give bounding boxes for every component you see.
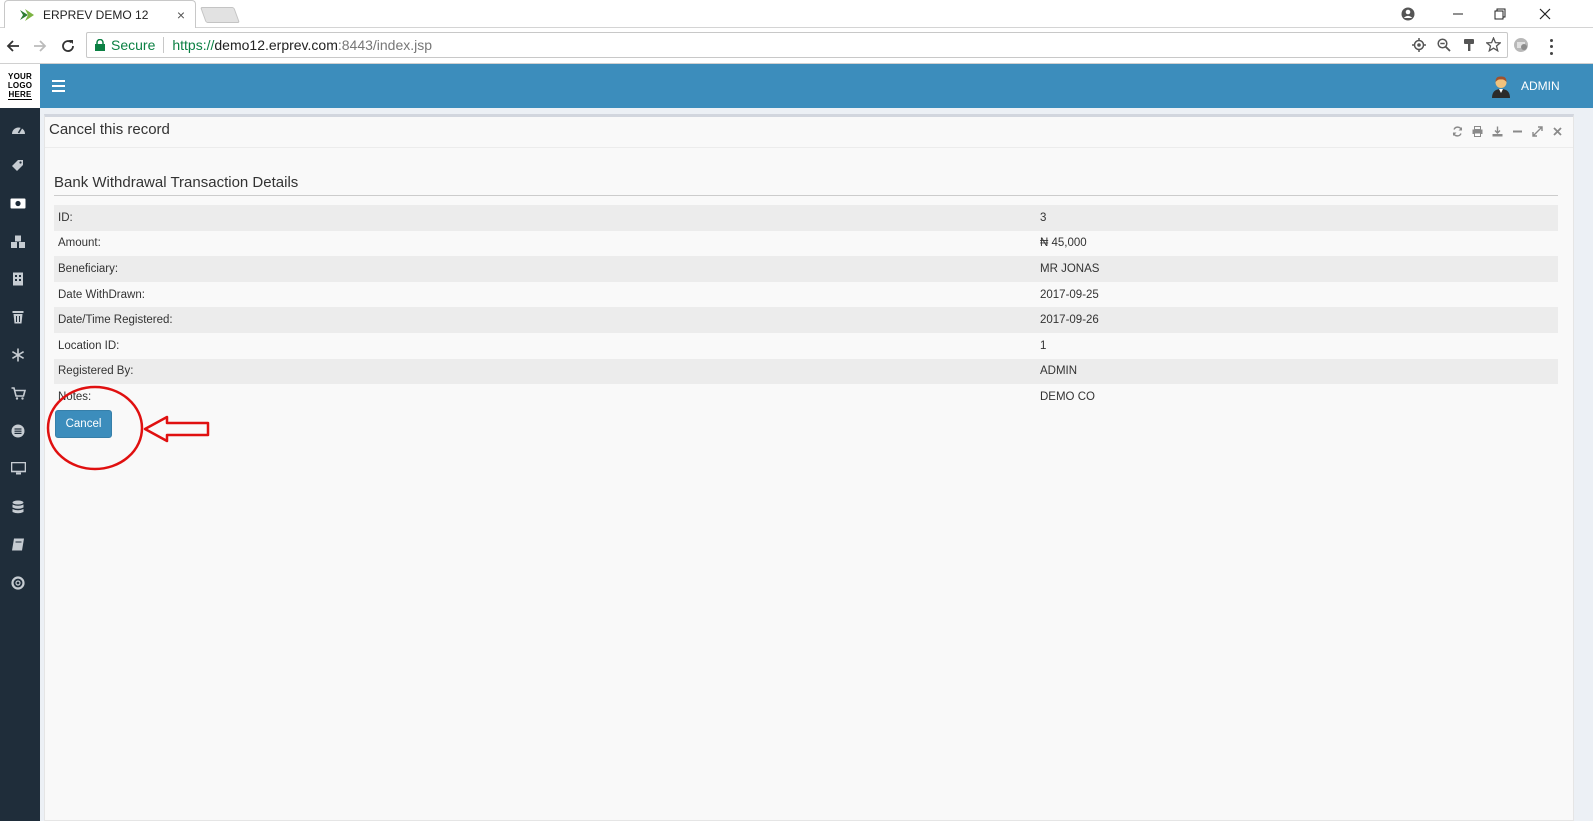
detail-value: DEMO CO [1040, 390, 1095, 403]
detail-row-date-withdrawn: Date WithDrawn: 2017-09-25 [54, 282, 1558, 308]
logo-line-3: HERE [8, 90, 32, 100]
panel-tools [1452, 126, 1563, 137]
detail-row-registered-by: Registered By: ADMIN [54, 358, 1558, 385]
lifebuoy-icon[interactable] [10, 575, 26, 591]
section-rule [54, 195, 1558, 196]
database-icon[interactable] [10, 499, 26, 515]
detail-value: MR JONAS [1040, 262, 1100, 275]
details-table: ID: 3 Amount: ₦ 45,000 Beneficiary: MR J… [54, 205, 1558, 410]
user-name[interactable]: ADMIN [1521, 79, 1560, 93]
browser-tab-bar: ERPREV DEMO 12 × [0, 0, 1593, 28]
monitor-icon[interactable] [10, 460, 26, 476]
panel-divider [45, 147, 1573, 148]
lock-icon [95, 39, 105, 51]
trash-icon[interactable] [10, 309, 26, 325]
cancel-button[interactable]: Cancel [55, 410, 112, 438]
detail-label: Notes: [58, 390, 92, 403]
cubes-icon[interactable] [10, 234, 26, 250]
erprev-favicon-icon [20, 8, 34, 21]
key-icon[interactable] [1461, 37, 1476, 52]
tag-icon[interactable] [10, 157, 26, 173]
panel-title: Cancel this record [49, 121, 170, 138]
minimize-icon[interactable] [1448, 2, 1468, 26]
user-account-icon[interactable] [1398, 2, 1418, 26]
logo-line-1: YOUR [8, 72, 32, 81]
detail-row-id: ID: 3 [54, 205, 1558, 231]
tab-close-icon[interactable]: × [177, 7, 185, 23]
cart-icon[interactable] [10, 385, 26, 401]
detail-row-notes: Notes: DEMO CO [54, 384, 1558, 410]
detail-label: Beneficiary: [58, 262, 119, 275]
building-icon[interactable] [10, 271, 26, 287]
browser-address-bar: Secure https://demo12.erprev.com:8443/in… [0, 28, 1593, 64]
detail-label: Location ID: [58, 339, 120, 352]
detail-row-date-registered: Date/Time Registered: 2017-09-26 [54, 307, 1558, 333]
browser-menu-icon[interactable] [1544, 37, 1558, 57]
url-host: demo12.erprev.com [214, 37, 338, 53]
download-icon[interactable] [1492, 126, 1503, 137]
expand-icon[interactable] [1532, 126, 1543, 137]
extension-icon[interactable] [1512, 36, 1530, 54]
user-avatar-icon[interactable] [1490, 74, 1512, 98]
detail-row-amount: Amount: ₦ 45,000 [54, 231, 1558, 257]
detail-label: Amount: [58, 237, 101, 250]
hamburger-menu-icon[interactable] [52, 80, 65, 92]
url-scheme: https:// [172, 37, 215, 53]
minus-icon[interactable] [1512, 126, 1523, 137]
snowflake-icon[interactable] [10, 347, 26, 363]
secure-label: Secure [111, 37, 156, 53]
tab-title: ERPREV DEMO 12 [43, 7, 149, 22]
book-icon[interactable] [10, 536, 26, 552]
detail-value: 2017-09-25 [1040, 288, 1099, 301]
detail-value: ADMIN [1040, 365, 1078, 378]
reload-icon[interactable] [57, 35, 79, 57]
browser-tab[interactable]: ERPREV DEMO 12 × [4, 0, 196, 28]
app-sidebar: YOUR LOGO HERE [0, 64, 40, 821]
url-path: :8443/index.jsp [337, 37, 433, 53]
detail-value: 1 [1040, 339, 1047, 352]
company-logo[interactable]: YOUR LOGO HERE [0, 64, 40, 108]
new-tab-button[interactable] [200, 7, 240, 23]
detail-row-beneficiary: Beneficiary: MR JONAS [54, 256, 1558, 282]
zoom-out-icon[interactable] [1436, 37, 1451, 52]
detail-label: Registered By: [58, 365, 134, 378]
circle-menu-icon[interactable] [10, 423, 26, 439]
app-top-bar: ADMIN [40, 64, 1593, 108]
close-icon[interactable] [1535, 2, 1555, 26]
star-icon[interactable] [1486, 37, 1501, 52]
detail-label: Date WithDrawn: [58, 288, 145, 301]
detail-value: 3 [1040, 211, 1047, 224]
location-icon[interactable] [1411, 37, 1426, 52]
dashboard-icon[interactable] [10, 121, 26, 137]
omnibox[interactable]: Secure https://demo12.erprev.com:8443/in… [86, 32, 1508, 58]
money-icon[interactable] [10, 195, 26, 211]
close-panel-icon[interactable] [1552, 126, 1563, 137]
forward-icon[interactable] [29, 35, 51, 57]
detail-value: 2017-09-26 [1040, 314, 1099, 327]
omnibox-icons [1411, 37, 1501, 52]
print-icon[interactable] [1472, 126, 1483, 137]
back-icon[interactable] [2, 35, 24, 57]
detail-row-location-id: Location ID: 1 [54, 333, 1558, 359]
main-content: Cancel this record Bank Withdrawal Trans… [40, 108, 1593, 821]
detail-label: ID: [58, 211, 73, 224]
cancel-record-panel: Cancel this record Bank Withdrawal Trans… [44, 114, 1574, 821]
refresh-icon[interactable] [1452, 126, 1463, 137]
detail-label: Date/Time Registered: [58, 314, 173, 327]
section-title: Bank Withdrawal Transaction Details [54, 174, 299, 191]
omnibox-separator [163, 37, 165, 53]
detail-value: ₦ 45,000 [1040, 237, 1087, 250]
restore-icon[interactable] [1490, 2, 1510, 26]
logo-line-2: LOGO [7, 81, 33, 90]
